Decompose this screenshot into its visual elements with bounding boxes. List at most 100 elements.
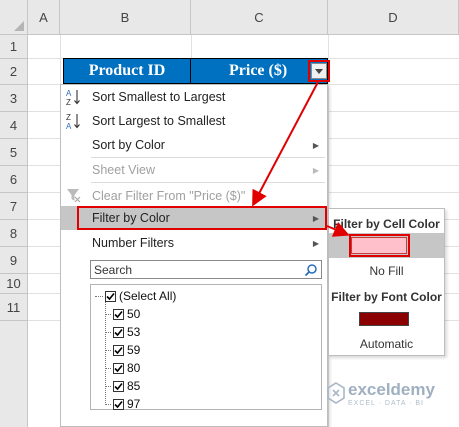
list-item[interactable]: 50: [105, 305, 140, 323]
corner-triangle-icon: [14, 21, 24, 31]
menu-label: Sheet View: [92, 163, 156, 177]
row-label: 1: [9, 39, 18, 54]
row-label: 11: [6, 299, 21, 315]
exceldemy-logo-icon: [327, 382, 345, 404]
list-item-label: (Select All): [119, 289, 177, 303]
menu-label: Sort Largest to Smallest: [92, 114, 226, 128]
menu-item-number-filters[interactable]: Number Filters ▶: [61, 231, 327, 255]
row-label: 6: [9, 171, 18, 187]
tree-connector: [105, 349, 111, 351]
sort-ascending-icon: A Z: [65, 87, 83, 107]
column-header-b[interactable]: B: [60, 0, 191, 35]
no-fill-option[interactable]: No Fill: [329, 264, 444, 278]
tree-connector: [105, 385, 111, 387]
select-all-corner[interactable]: [0, 0, 28, 35]
column-label: D: [388, 9, 398, 25]
row-header-1[interactable]: 1: [0, 35, 28, 59]
row-label: 7: [9, 198, 18, 214]
search-placeholder: Search: [94, 262, 133, 277]
checkbox[interactable]: [113, 380, 124, 392]
row-header-5[interactable]: 5: [0, 139, 28, 166]
column-label: A: [39, 9, 48, 25]
row-header-4[interactable]: 4: [0, 112, 28, 139]
checkbox[interactable]: [113, 362, 124, 374]
watermark-subtitle: EXCEL · DATA · BI: [348, 400, 424, 407]
menu-item-sort-descending[interactable]: Z A Sort Largest to Smallest: [61, 109, 327, 133]
autofilter-menu: A Z Sort Smallest to Largest Z A Sort La…: [60, 84, 328, 427]
row-label: 3: [9, 90, 18, 106]
tree-connector: [105, 313, 111, 315]
table-header-product-id: Product ID: [63, 58, 191, 84]
dark-red-color-swatch[interactable]: [359, 312, 409, 326]
column-header-c[interactable]: C: [191, 0, 328, 35]
row-header-6[interactable]: 6: [0, 166, 28, 193]
menu-item-clear-filter: Clear Filter From "Price ($)": [61, 184, 327, 208]
list-item-label: 97: [127, 397, 141, 411]
sort-descending-icon: Z A: [65, 111, 83, 131]
magnifier-icon[interactable]: [304, 263, 318, 277]
menu-label: Clear Filter From "Price ($)": [92, 189, 246, 203]
row-label: 10: [6, 276, 21, 291]
row-header-3[interactable]: 3: [0, 85, 28, 112]
menu-item-sort-ascending[interactable]: A Z Sort Smallest to Largest: [61, 85, 327, 109]
row-header-7[interactable]: 7: [0, 193, 28, 220]
row-label: 8: [9, 225, 18, 241]
icon-letter-top: A: [66, 89, 72, 98]
filter-value-list[interactable]: (Select All) 50 53 59 80 85 97: [90, 284, 322, 413]
list-item-select-all[interactable]: (Select All): [95, 287, 176, 305]
row-header-10[interactable]: 10: [0, 274, 28, 294]
checkbox[interactable]: [113, 398, 124, 410]
menu-label: Sort by Color: [92, 138, 165, 152]
row-label: 2: [9, 64, 18, 79]
filter-by-color-submenu: Filter by Cell Color No Fill Filter by F…: [328, 208, 445, 356]
list-item[interactable]: 53: [105, 323, 140, 341]
chevron-right-icon: ▶: [312, 140, 319, 150]
icon-letter-bottom: Z: [66, 98, 71, 107]
list-item[interactable]: 80: [105, 359, 140, 377]
list-item-label: 50: [127, 307, 141, 321]
header-text: Price ($): [229, 62, 288, 79]
swatch-highlight-box: [349, 234, 410, 257]
column-header-a[interactable]: A: [28, 0, 60, 35]
row-header-11[interactable]: 11: [0, 294, 28, 321]
checkbox[interactable]: [113, 308, 124, 320]
row-header-9[interactable]: 9: [0, 247, 28, 274]
dropdown-highlight-box: [308, 60, 330, 82]
menu-item-sheet-view: Sheet View ▶: [61, 158, 327, 182]
watermark-title: exceldemy: [348, 380, 435, 399]
row-label: 4: [9, 117, 18, 133]
list-item-label: 53: [127, 325, 141, 339]
list-item[interactable]: 97: [105, 395, 140, 413]
row-header-2[interactable]: 2: [0, 59, 28, 85]
checkbox[interactable]: [105, 290, 116, 302]
row-label: 9: [9, 252, 18, 268]
funnel-clear-icon: [65, 186, 83, 206]
list-item[interactable]: 85: [105, 377, 140, 395]
tree-connector: [95, 295, 103, 297]
list-item-label: 80: [127, 361, 141, 375]
menu-label: Sort Smallest to Largest: [92, 90, 226, 104]
tree-connector: [105, 403, 111, 405]
header-text: Product ID: [88, 62, 166, 79]
chevron-right-icon: ▶: [312, 238, 319, 248]
column-label: C: [254, 9, 264, 25]
search-input[interactable]: Search: [90, 260, 322, 279]
tree-connector: [105, 331, 111, 333]
list-item[interactable]: 59: [105, 341, 140, 359]
cell-color-title: Filter by Cell Color: [333, 217, 440, 231]
list-item-label: 85: [127, 379, 141, 393]
menu-label: Number Filters: [92, 236, 174, 250]
filter-by-color-highlight-box: [77, 206, 327, 230]
column-label: B: [120, 9, 130, 25]
checkbox[interactable]: [113, 344, 124, 356]
icon-letter-top: Z: [66, 113, 71, 122]
row-header-filler: [0, 321, 28, 427]
column-header-d[interactable]: D: [328, 0, 459, 35]
menu-separator: [91, 182, 325, 183]
menu-item-sort-by-color[interactable]: Sort by Color ▶: [61, 133, 327, 157]
automatic-option[interactable]: Automatic: [329, 337, 444, 351]
chevron-right-icon: ▶: [312, 165, 319, 175]
font-color-title: Filter by Font Color: [331, 290, 442, 304]
row-header-8[interactable]: 8: [0, 220, 28, 247]
checkbox[interactable]: [113, 326, 124, 338]
